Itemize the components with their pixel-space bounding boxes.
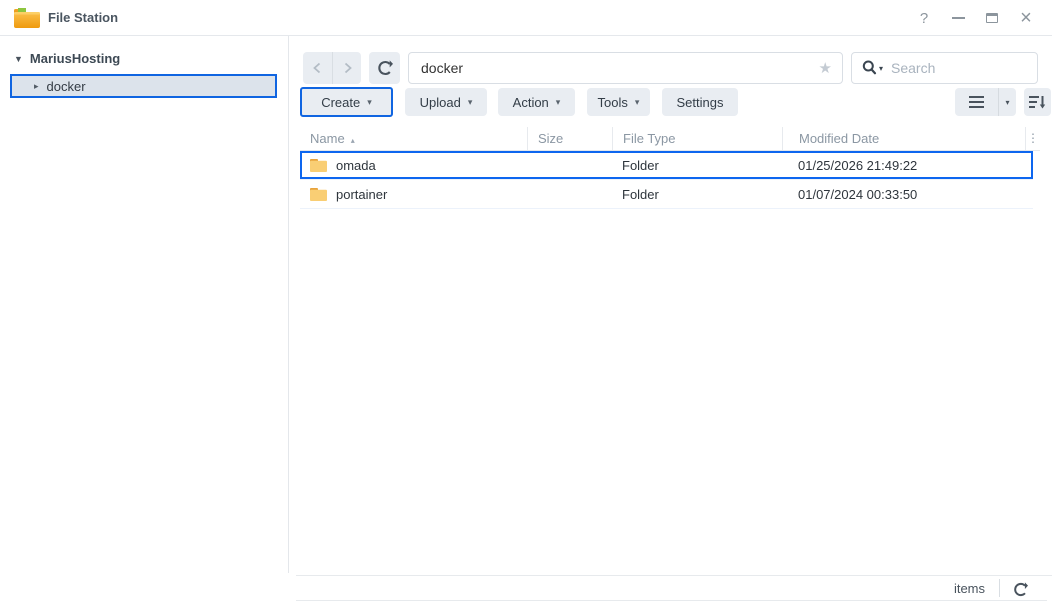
titlebar: File Station ? × <box>0 0 1052 36</box>
file-list: omada Folder 01/25/2026 21:49:22 portain… <box>300 151 1040 209</box>
history-nav-group <box>303 52 361 84</box>
refresh-icon <box>377 60 393 76</box>
column-options-button[interactable]: ⋮ <box>1025 127 1040 150</box>
upload-button-label: Upload <box>419 94 461 110</box>
file-type-cell: Folder <box>622 186 659 202</box>
folder-icon <box>310 187 327 201</box>
create-button-label: Create <box>321 94 361 110</box>
search-input[interactable] <box>883 60 1037 76</box>
path-bar: ★ <box>408 52 843 84</box>
file-modified-cell: 01/07/2024 00:33:50 <box>798 186 918 202</box>
search-filter-dropdown[interactable]: ▾ <box>862 60 883 76</box>
sort-ascending-icon: ▴ <box>350 136 355 145</box>
statusbar-separator <box>999 579 1000 597</box>
sidebar-item-docker[interactable]: ▸ docker <box>10 74 277 98</box>
chevron-down-icon: ▾ <box>467 97 473 107</box>
chevron-down-icon: ▾ <box>634 97 640 107</box>
create-button[interactable]: Create ▾ <box>300 87 393 117</box>
refresh-button[interactable] <box>369 52 400 84</box>
path-input[interactable] <box>409 54 819 82</box>
help-icon[interactable]: ? <box>912 6 936 30</box>
sidebar-root-label: MariusHosting <box>29 51 121 66</box>
file-station-window: File Station ? × ▼ MariusHosting ▸ docke… <box>0 0 1052 609</box>
back-button[interactable] <box>303 52 332 84</box>
items-count-label: items <box>953 581 985 596</box>
sort-icon <box>1029 96 1046 109</box>
upload-button[interactable]: Upload ▾ <box>405 88 487 116</box>
file-name-cell: portainer <box>300 187 527 202</box>
file-type-cell: Folder <box>622 157 659 173</box>
app-title: File Station <box>48 10 119 25</box>
refresh-icon <box>1013 581 1028 596</box>
view-mode-dropdown[interactable]: ▾ <box>998 88 1016 116</box>
action-button[interactable]: Action ▾ <box>498 88 575 116</box>
tools-button-label: Tools <box>597 94 628 110</box>
file-modified-cell: 01/25/2026 21:49:22 <box>798 157 918 173</box>
column-header-modified-date[interactable]: Modified Date <box>782 127 1025 150</box>
close-icon[interactable]: × <box>1014 6 1038 30</box>
window-controls: ? × <box>912 0 1038 36</box>
settings-button[interactable]: Settings <box>662 88 738 116</box>
chevron-right-icon <box>344 62 352 74</box>
chevron-left-icon <box>313 62 321 74</box>
favorite-star-icon[interactable]: ★ <box>819 59 832 77</box>
file-name-cell: omada <box>300 158 527 173</box>
file-name: portainer <box>336 186 388 202</box>
list-view-icon[interactable] <box>955 88 998 116</box>
forward-button[interactable] <box>332 52 361 84</box>
file-station-app-icon <box>14 8 40 28</box>
sidebar: ▼ MariusHosting ▸ docker <box>0 36 289 573</box>
table-header: Name ▴ Size File Type Modified Date ⋮ <box>300 127 1040 151</box>
chevron-down-icon: ▾ <box>367 97 372 107</box>
action-button-label: Action <box>512 94 549 110</box>
folder-icon <box>310 158 327 172</box>
tree-expanded-icon[interactable]: ▼ <box>14 54 23 64</box>
statusbar-refresh-button[interactable] <box>1011 580 1029 598</box>
column-header-size[interactable]: Size <box>527 127 612 150</box>
file-name: omada <box>336 157 376 173</box>
table-row-omada[interactable]: omada Folder 01/25/2026 21:49:22 <box>300 151 1033 180</box>
settings-button-label: Settings <box>676 94 724 110</box>
chevron-down-icon: ▾ <box>555 97 561 107</box>
column-header-name[interactable]: Name ▴ <box>300 127 527 150</box>
tree-collapsed-icon[interactable]: ▸ <box>34 81 39 92</box>
chevron-down-icon: ▾ <box>1005 97 1010 107</box>
ellipsis-vertical-icon: ⋮ <box>1027 131 1039 145</box>
minimize-icon[interactable] <box>946 6 970 30</box>
sort-button[interactable] <box>1024 88 1051 116</box>
column-header-file-type[interactable]: File Type <box>612 127 782 150</box>
sidebar-item-label: docker <box>46 78 86 94</box>
tools-button[interactable]: Tools ▾ <box>587 88 650 116</box>
search-icon <box>862 60 877 75</box>
statusbar-divider-bottom <box>296 600 1047 601</box>
view-mode-button: ▾ <box>955 88 1016 116</box>
maximize-icon[interactable] <box>980 6 1004 30</box>
table-row-portainer[interactable]: portainer Folder 01/07/2024 00:33:50 <box>300 180 1033 209</box>
search-box: ▾ <box>851 52 1038 84</box>
sidebar-item-mariushosting[interactable]: ▼ MariusHosting <box>14 51 120 66</box>
statusbar-divider-top <box>296 575 1052 576</box>
